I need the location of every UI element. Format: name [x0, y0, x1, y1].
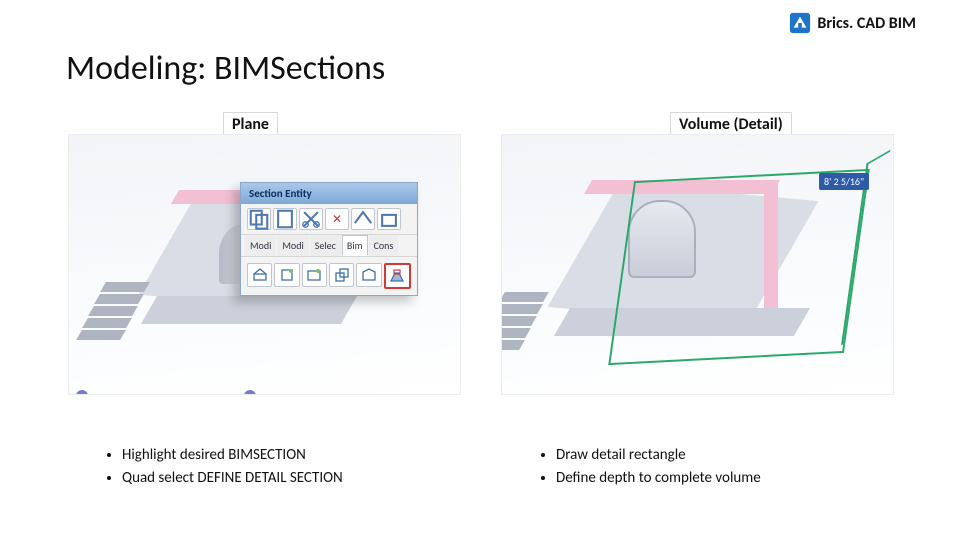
- quad-popup-title: Section Entity: [241, 183, 417, 204]
- bricscad-logo-icon: [789, 12, 811, 34]
- stairs: [103, 282, 151, 342]
- bim-icon-1[interactable]: [247, 263, 272, 287]
- bullets-right: Draw detail rectangle Define depth to co…: [538, 444, 761, 489]
- slide-title: Modeling: BIMSections: [66, 48, 385, 89]
- bim-icon-3[interactable]: [302, 263, 327, 287]
- tool-section-icon[interactable]: [351, 208, 375, 230]
- stairs: [502, 292, 550, 352]
- quad-tab-3[interactable]: Bim: [342, 235, 368, 256]
- quad-tab-0[interactable]: Modi: [245, 235, 276, 256]
- quad-icon-row: [241, 257, 417, 295]
- bim-icon-4[interactable]: [329, 263, 354, 287]
- tool-more-icon[interactable]: [377, 208, 401, 230]
- quad-tab-4[interactable]: Cons: [369, 235, 399, 256]
- quad-tab-1[interactable]: Modi: [277, 235, 308, 256]
- tool-delete-icon[interactable]: ✕: [325, 208, 349, 230]
- quad-tabs: Modi Modi Selec Bim Cons: [241, 235, 417, 257]
- quad-popup[interactable]: Section Entity ✕ Modi Modi Selec Bim Con…: [240, 182, 418, 296]
- tool-page-icon[interactable]: [273, 208, 297, 230]
- tool-cut-icon[interactable]: [299, 208, 323, 230]
- tool-copy-icon[interactable]: [247, 208, 271, 230]
- brand: Brics. CAD BIM: [789, 12, 916, 34]
- brand-name: Brics. CAD BIM: [817, 14, 916, 33]
- bim-icon-5[interactable]: [356, 263, 381, 287]
- bullets-left: Highlight desired BIMSECTION Quad select…: [104, 444, 343, 489]
- bim-icon-2[interactable]: [274, 263, 299, 287]
- detail-volume-box: [608, 169, 870, 365]
- dimension-chip: 8' 2 5/16": [819, 173, 869, 190]
- define-detail-section-icon[interactable]: [384, 263, 411, 289]
- quad-toolbar: ✕: [241, 204, 417, 235]
- base-slab: [140, 296, 356, 324]
- bullet-item: Highlight desired BIMSECTION: [122, 444, 343, 467]
- viewport-volume: 8' 2 5/16": [501, 134, 894, 395]
- bullet-item: Draw detail rectangle: [556, 444, 761, 467]
- bullet-item: Quad select DEFINE DETAIL SECTION: [122, 467, 343, 490]
- quad-tab-2[interactable]: Selec: [310, 235, 341, 256]
- bullet-item: Define depth to complete volume: [556, 467, 761, 490]
